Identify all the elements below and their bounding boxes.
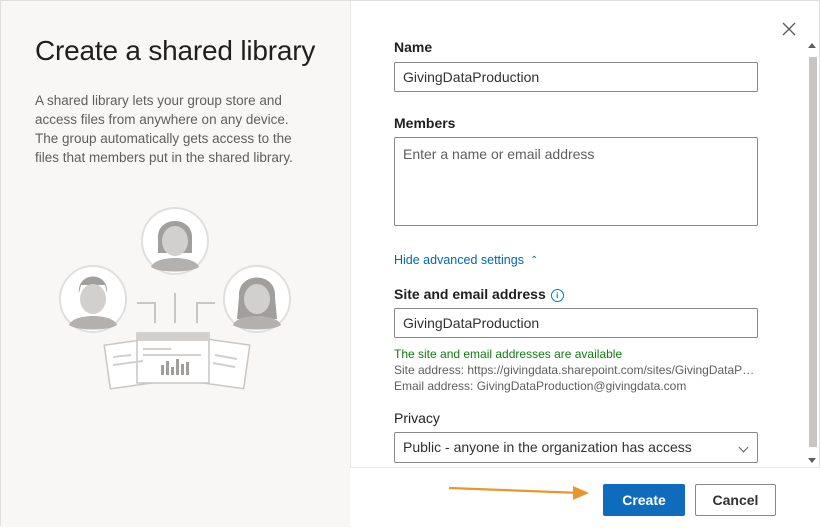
name-label: Name [394, 39, 433, 55]
annotation-arrow [448, 486, 589, 500]
cancel-button[interactable]: Cancel [695, 484, 776, 516]
create-button[interactable]: Create [603, 484, 685, 516]
site-email-label-text: Site and email address [394, 286, 546, 302]
privacy-dropdown[interactable]: Public - anyone in the organization has … [394, 432, 758, 463]
privacy-selected-value: Public - anyone in the organization has … [403, 439, 692, 455]
create-shared-library-dialog: Create a shared library A shared library… [0, 0, 820, 528]
person-avatar-right [223, 265, 291, 333]
site-address-input[interactable] [394, 308, 758, 338]
advanced-link-label: Hide advanced settings [394, 253, 524, 267]
members-input[interactable] [394, 137, 758, 226]
chevron-down-icon [738, 442, 749, 453]
info-panel: Create a shared library A shared library… [1, 1, 351, 527]
site-address-text: Site address: https://givingdata.sharepo… [394, 363, 756, 377]
scroll-up-arrow[interactable] [808, 43, 816, 48]
person-avatar-left [59, 265, 127, 333]
chevron-up-icon: ⌃ [529, 255, 539, 266]
form-scroll-area[interactable]: Name Members Hide advanced settings ⌃ Sit… [350, 1, 820, 467]
scroll-down-arrow[interactable] [808, 458, 816, 463]
dialog-description: A shared library lets your group store a… [35, 93, 293, 165]
shared-library-illustration [59, 207, 291, 390]
availability-message: The site and email addresses are availab… [394, 347, 623, 361]
hide-advanced-settings-link[interactable]: Hide advanced settings ⌃ [394, 253, 538, 267]
info-icon[interactable]: i [550, 289, 564, 302]
dialog-title: Create a shared library [35, 35, 316, 66]
email-address-text: Email address: GivingDataProduction@givi… [394, 379, 687, 393]
scrollbar-thumb[interactable] [809, 57, 817, 447]
documents-graphic [103, 332, 251, 390]
vertical-scrollbar[interactable] [807, 41, 817, 465]
members-label: Members [394, 115, 456, 131]
name-input[interactable] [394, 62, 758, 92]
person-avatar-top [141, 207, 209, 275]
privacy-label: Privacy [394, 410, 440, 426]
site-email-label: Site and email address i [394, 286, 564, 303]
